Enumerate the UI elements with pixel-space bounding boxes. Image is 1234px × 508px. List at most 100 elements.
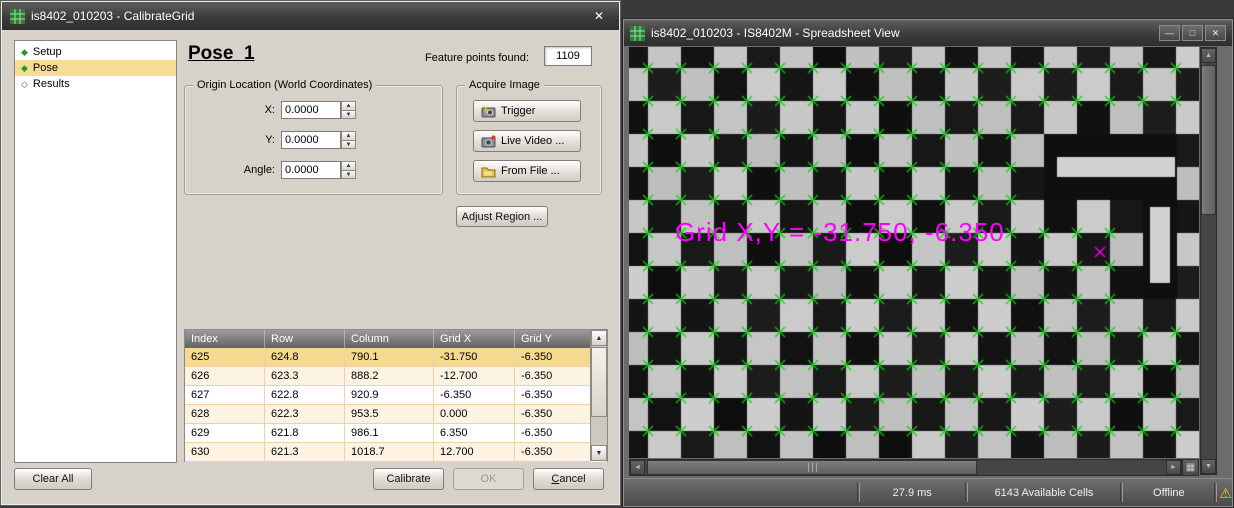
window-title: is8402_010203 - IS8402M - Spreadsheet Vi…: [651, 26, 900, 40]
diamond-icon: ◆: [21, 48, 28, 57]
close-icon[interactable]: ✕: [1205, 25, 1226, 41]
x-field-row: X: ▲ ▼: [185, 100, 442, 120]
desktop: is8402_010203 - CalibrateGrid ✕ ◆ Setup …: [0, 0, 1234, 508]
from-file-button[interactable]: From File ...: [473, 160, 581, 182]
y-input[interactable]: [281, 131, 341, 149]
cell-grid-x: 6.350: [434, 424, 515, 443]
header-index[interactable]: Index: [185, 330, 265, 348]
header-grid-x[interactable]: Grid X: [434, 330, 515, 348]
grip-icon: [808, 463, 817, 472]
maximize-icon[interactable]: □: [1182, 25, 1203, 41]
spin-down-icon[interactable]: ▼: [341, 111, 356, 120]
button-label: Calibrate: [374, 473, 443, 485]
video-camera-icon: [481, 135, 496, 148]
button-label: Clear All: [15, 473, 91, 485]
cell-grid-x: -12.700: [434, 367, 515, 386]
cell-index: 625: [185, 348, 265, 367]
cancel-button[interactable]: Cancel: [533, 468, 604, 490]
table-row[interactable]: 630 621.3 1018.7 12.700 -6.350: [185, 443, 607, 462]
available-cells-value: 6143 Available Cells: [995, 487, 1094, 499]
vertical-scrollbar[interactable]: ▲ ▼: [1200, 47, 1217, 475]
spin-up-icon[interactable]: ▲: [341, 131, 356, 141]
scroll-right-icon[interactable]: ►: [1166, 460, 1181, 475]
table-row[interactable]: 627 622.8 920.9 -6.350 -6.350: [185, 386, 607, 405]
calibrate-button[interactable]: Calibrate: [373, 468, 444, 490]
tree-item-results[interactable]: ◇ Results: [15, 76, 176, 92]
y-spinner[interactable]: ▲ ▼: [341, 131, 356, 149]
scroll-up-icon[interactable]: ▲: [1201, 48, 1216, 63]
diamond-outline-icon: ◇: [21, 80, 28, 89]
tree-item-pose[interactable]: ◆ Pose: [15, 60, 176, 76]
scrollbar-thumb[interactable]: [647, 460, 977, 475]
app-icon: [630, 26, 645, 41]
steps-tree: ◆ Setup ◆ Pose ◇ Results: [14, 40, 177, 463]
status-separator: [1120, 483, 1123, 502]
scrollbar-thumb[interactable]: [591, 347, 607, 417]
spreadsheet-toggle-button[interactable]: ▦: [1182, 459, 1199, 476]
tree-item-label: Pose: [33, 60, 58, 76]
table-row[interactable]: 625 624.8 790.1 -31.750 -6.350: [185, 348, 607, 367]
x-input[interactable]: [281, 101, 341, 119]
ok-button[interactable]: OK: [453, 468, 524, 490]
image-viewport[interactable]: Grid X,Y = -31.750, -6.350: [629, 47, 1199, 458]
cell-row: 624.8: [265, 348, 345, 367]
right-titlebar[interactable]: is8402_010203 - IS8402M - Spreadsheet Vi…: [624, 20, 1232, 46]
cell-grid-x: -6.350: [434, 386, 515, 405]
acquire-image-group: Acquire Image Trigger Live Video ... Fro…: [456, 85, 602, 195]
trigger-button[interactable]: Trigger: [473, 100, 581, 122]
left-titlebar[interactable]: is8402_010203 - CalibrateGrid ✕: [2, 2, 619, 30]
cell-row: 623.3: [265, 367, 345, 386]
table-header: Index Row Column Grid X Grid Y: [185, 330, 607, 348]
button-label: Cancel: [534, 473, 603, 485]
grid-view-icon: ▦: [1186, 462, 1195, 473]
angle-label: Angle:: [191, 160, 275, 180]
table-row[interactable]: 626 623.3 888.2 -12.700 -6.350: [185, 367, 607, 386]
cell-column: 888.2: [345, 367, 434, 386]
table-row[interactable]: 628 622.3 953.5 0.000 -6.350: [185, 405, 607, 424]
live-video-button[interactable]: Live Video ...: [473, 130, 581, 152]
cell-row: 621.8: [265, 424, 345, 443]
status-warning: ⚠: [1219, 479, 1232, 506]
header-grid-y[interactable]: Grid Y: [515, 330, 590, 348]
horizontal-scrollbar[interactable]: ◄ ►: [629, 459, 1182, 476]
scroll-down-icon[interactable]: ▼: [1201, 459, 1216, 474]
angle-spinner[interactable]: ▲ ▼: [341, 161, 356, 179]
cell-column: 920.9: [345, 386, 434, 405]
y-field-row: Y: ▲ ▼: [185, 130, 442, 150]
spin-up-icon[interactable]: ▲: [341, 101, 356, 111]
spin-down-icon[interactable]: ▼: [341, 141, 356, 150]
header-row[interactable]: Row: [265, 330, 345, 348]
minimize-icon[interactable]: —: [1159, 25, 1180, 41]
scroll-down-icon[interactable]: ▼: [591, 445, 607, 461]
cell-index: 627: [185, 386, 265, 405]
spreadsheet-view-window: is8402_010203 - IS8402M - Spreadsheet Vi…: [622, 18, 1234, 508]
tree-item-label: Results: [33, 76, 70, 92]
cell-row: 622.3: [265, 405, 345, 424]
x-spinner[interactable]: ▲ ▼: [341, 101, 356, 119]
table-row[interactable]: 629 621.8 986.1 6.350 -6.350: [185, 424, 607, 443]
table-scrollbar[interactable]: ▲ ▼: [590, 330, 607, 461]
spin-down-icon[interactable]: ▼: [341, 171, 356, 180]
adjust-region-button[interactable]: Adjust Region ...: [456, 206, 548, 227]
cell-grid-x: 12.700: [434, 443, 515, 462]
status-acquisition-time: 27.9 ms: [862, 479, 963, 506]
cell-grid-y: -6.350: [515, 348, 590, 367]
scroll-left-icon[interactable]: ◄: [630, 460, 645, 475]
button-label: OK: [454, 473, 523, 485]
group-title: Acquire Image: [465, 79, 544, 91]
header-column[interactable]: Column: [345, 330, 434, 348]
button-label: From File ...: [501, 165, 560, 177]
clear-all-button[interactable]: Clear All: [14, 468, 92, 490]
spin-up-icon[interactable]: ▲: [341, 161, 356, 171]
close-icon[interactable]: ✕: [587, 7, 611, 25]
warning-icon[interactable]: ⚠: [1219, 486, 1232, 500]
scroll-up-icon[interactable]: ▲: [591, 330, 607, 346]
cell-grid-y: -6.350: [515, 386, 590, 405]
angle-input[interactable]: [281, 161, 341, 179]
origin-location-group: Origin Location (World Coordinates) X: ▲…: [184, 85, 443, 195]
cell-index: 629: [185, 424, 265, 443]
tree-item-setup[interactable]: ◆ Setup: [15, 44, 176, 60]
scrollbar-thumb[interactable]: [1201, 65, 1216, 215]
cell-row: 621.3: [265, 443, 345, 462]
button-label: Adjust Region ...: [457, 211, 547, 223]
